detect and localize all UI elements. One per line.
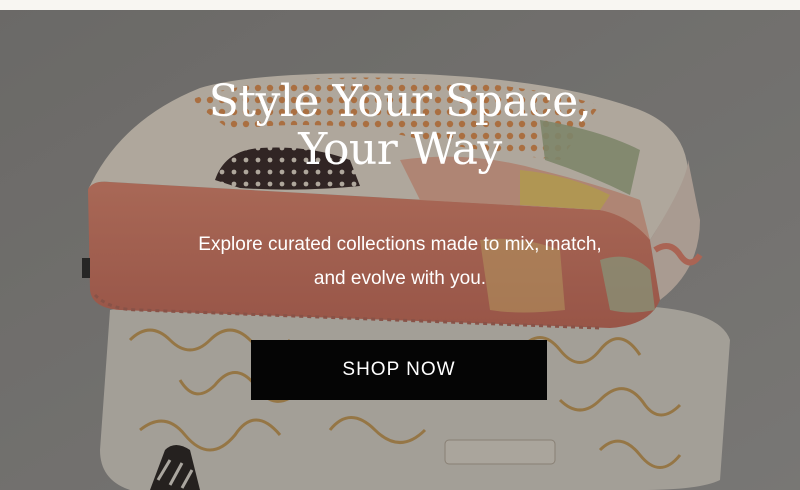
hero-headline: Style Your Space, Your Way	[0, 78, 800, 173]
hero-subtext: Explore curated collections made to mix,…	[0, 228, 800, 296]
subtext-line-2: and evolve with you.	[313, 268, 487, 289]
shop-now-button[interactable]: SHOP NOW	[251, 340, 547, 400]
subtext-line-1: Explore curated collections made to mix,…	[198, 234, 602, 255]
headline-line-1: Style Your Space,	[208, 76, 592, 127]
headline-line-2: Your Way	[298, 123, 502, 175]
top-strip	[0, 0, 800, 10]
